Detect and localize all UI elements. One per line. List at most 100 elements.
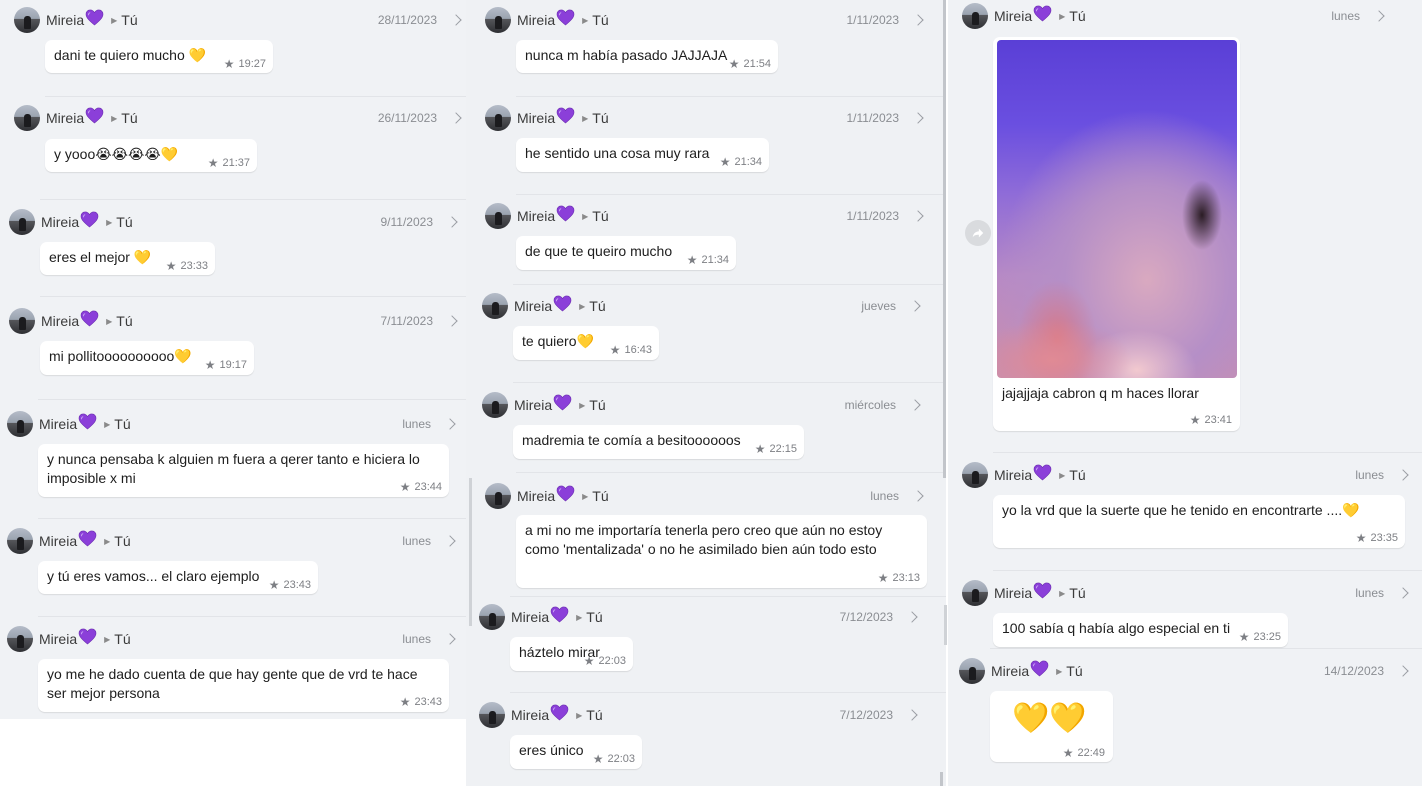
message-bubble[interactable]: y nunca pensaba k alguien m fuera a qere… bbox=[38, 444, 449, 497]
chevron-right-icon[interactable] bbox=[1373, 10, 1385, 22]
avatar[interactable] bbox=[485, 7, 511, 33]
star-icon: ★ bbox=[609, 343, 621, 357]
star-icon: ★ bbox=[592, 752, 604, 766]
star-icon: ★ bbox=[1189, 413, 1201, 427]
message-meta: ★ 23:35 bbox=[1356, 529, 1398, 548]
avatar[interactable] bbox=[959, 658, 985, 684]
avatar[interactable] bbox=[14, 105, 40, 131]
avatar[interactable] bbox=[9, 209, 35, 235]
divider bbox=[38, 399, 467, 400]
message-meta: ★ 23:44 bbox=[400, 478, 442, 497]
chevron-right-icon[interactable] bbox=[909, 300, 921, 312]
message-bubble[interactable]: eres el mejor 💛 ★ 23:33 bbox=[40, 242, 215, 275]
message-header: Mireia ▶ Tú bbox=[9, 308, 133, 334]
message-bubble[interactable]: mi pollitoooooooooo💛 ★ 19:17 bbox=[40, 341, 254, 375]
purple-heart-emoji bbox=[78, 628, 97, 645]
avatar[interactable] bbox=[482, 293, 508, 319]
chevron-right-icon[interactable] bbox=[912, 112, 924, 124]
chevron-right-icon[interactable] bbox=[912, 490, 924, 502]
avatar[interactable] bbox=[7, 528, 33, 554]
photo-thumbnail[interactable] bbox=[997, 40, 1237, 378]
message-text: jajajjaja cabron q m haces llorar bbox=[1002, 385, 1199, 401]
chevron-right-icon[interactable] bbox=[446, 216, 458, 228]
avatar[interactable] bbox=[962, 462, 988, 488]
message-date: lunes bbox=[402, 632, 431, 646]
purple-heart-emoji bbox=[1033, 5, 1052, 22]
purple-heart-emoji bbox=[1030, 660, 1049, 677]
message-bubble[interactable]: nunca m había pasado JAJJAJA ★ 21:54 bbox=[516, 40, 778, 73]
avatar[interactable] bbox=[485, 105, 511, 131]
star-icon: ★ bbox=[1238, 630, 1250, 644]
sender-name: Mireia bbox=[39, 416, 78, 432]
message-bubble[interactable]: 100 sabía q había algo especial en ti ★ 23… bbox=[993, 613, 1288, 647]
message-header: Mireia ▶ Tú bbox=[485, 7, 609, 33]
chevron-right-icon[interactable] bbox=[906, 709, 918, 721]
chevron-right-icon[interactable] bbox=[446, 315, 458, 327]
chevron-right-icon[interactable] bbox=[444, 633, 456, 645]
message-meta: ★ 23:43 bbox=[269, 576, 311, 595]
message-bubble[interactable]: y yooo😭😭😭😭💛 ★ 21:37 bbox=[45, 139, 257, 172]
chevron-right-icon[interactable] bbox=[912, 14, 924, 26]
message-bubble[interactable]: dani te quiero mucho 💛 ★ 19:27 bbox=[45, 40, 273, 73]
message-bubble[interactable]: jajajjaja cabron q m haces llorar ★ 23:41 bbox=[993, 37, 1240, 431]
message-bubble[interactable]: te quiero💛 ★ 16:43 bbox=[513, 326, 659, 360]
avatar[interactable] bbox=[479, 702, 505, 728]
message-header: Mireia ▶ Tú bbox=[962, 462, 1086, 488]
purple-heart-emoji bbox=[556, 9, 575, 26]
message-text: madremia te comía a besitoooooos bbox=[522, 432, 741, 448]
message-bubble[interactable]: eres único ★ 22:03 bbox=[510, 735, 642, 769]
avatar[interactable] bbox=[9, 308, 35, 334]
message-bubble[interactable]: de que te queiro mucho ★ 21:34 bbox=[516, 236, 736, 270]
message-text: te quiero💛 bbox=[522, 333, 594, 349]
avatar[interactable] bbox=[479, 604, 505, 630]
chevron-right-icon[interactable] bbox=[450, 112, 462, 124]
avatar[interactable] bbox=[14, 7, 40, 33]
chevron-right-icon[interactable] bbox=[906, 611, 918, 623]
message-bubble[interactable]: háztelo mirar ★ 22:03 bbox=[510, 637, 633, 671]
sender-name: Mireia bbox=[39, 533, 78, 549]
scrollbar[interactable] bbox=[469, 478, 472, 626]
divider bbox=[516, 96, 946, 97]
message-bubble[interactable]: he sentido una cosa muy rara ★ 21:34 bbox=[516, 138, 769, 172]
purple-heart-emoji bbox=[85, 9, 104, 26]
message-bubble[interactable]: a mi no me importaría tenerla pero creo … bbox=[516, 515, 927, 588]
sender-name: Mireia bbox=[517, 12, 556, 28]
message-time: 23:33 bbox=[180, 260, 208, 272]
purple-heart-emoji bbox=[78, 413, 97, 430]
chevron-right-icon[interactable] bbox=[1397, 587, 1409, 599]
message-header: Mireia ▶ Tú bbox=[9, 209, 133, 235]
chevron-right-icon[interactable] bbox=[444, 418, 456, 430]
sender-name: Mireia bbox=[46, 110, 85, 126]
avatar[interactable] bbox=[7, 411, 33, 437]
message-text: y yooo😭😭😭😭💛 bbox=[54, 146, 179, 162]
chevron-right-icon[interactable] bbox=[909, 399, 921, 411]
avatar[interactable] bbox=[482, 392, 508, 418]
avatar[interactable] bbox=[485, 483, 511, 509]
avatar[interactable] bbox=[962, 580, 988, 606]
chevron-right-icon[interactable] bbox=[1397, 469, 1409, 481]
scrollbar[interactable] bbox=[943, 0, 946, 478]
message-bubble[interactable]: yo la vrd que la suerte que he tenido en… bbox=[993, 495, 1405, 548]
avatar[interactable] bbox=[485, 203, 511, 229]
sender-name: Mireia bbox=[46, 12, 85, 28]
forward-icon[interactable] bbox=[965, 220, 991, 246]
scrollbar[interactable] bbox=[944, 605, 947, 645]
message-header: Mireia ▶ Tú bbox=[7, 528, 131, 554]
message-time: 23:25 bbox=[1253, 631, 1281, 643]
scrollbar[interactable] bbox=[940, 772, 943, 786]
chevron-right-icon[interactable] bbox=[912, 210, 924, 222]
avatar[interactable] bbox=[962, 3, 988, 29]
message-bubble[interactable]: 💛💛 ★ 22:49 bbox=[990, 691, 1113, 762]
message-date: 7/12/2023 bbox=[839, 610, 893, 624]
message-bubble[interactable]: madremia te comía a besitoooooos ★ 22:15 bbox=[513, 425, 804, 459]
chevron-right-icon[interactable] bbox=[444, 535, 456, 547]
chevron-right-icon[interactable] bbox=[1397, 665, 1409, 677]
chevron-right-icon[interactable] bbox=[450, 14, 462, 26]
message-meta: ★ 22:03 bbox=[593, 750, 635, 769]
avatar[interactable] bbox=[7, 626, 33, 652]
star-icon: ★ bbox=[204, 358, 216, 372]
star-icon: ★ bbox=[399, 695, 411, 709]
message-bubble[interactable]: y tú eres vamos... el claro ejemplo ★ 23:4… bbox=[38, 561, 318, 594]
message-bubble[interactable]: yo me he dado cuenta de que hay gente qu… bbox=[38, 659, 449, 712]
message-header: Mireia ▶ Tú bbox=[482, 293, 606, 319]
